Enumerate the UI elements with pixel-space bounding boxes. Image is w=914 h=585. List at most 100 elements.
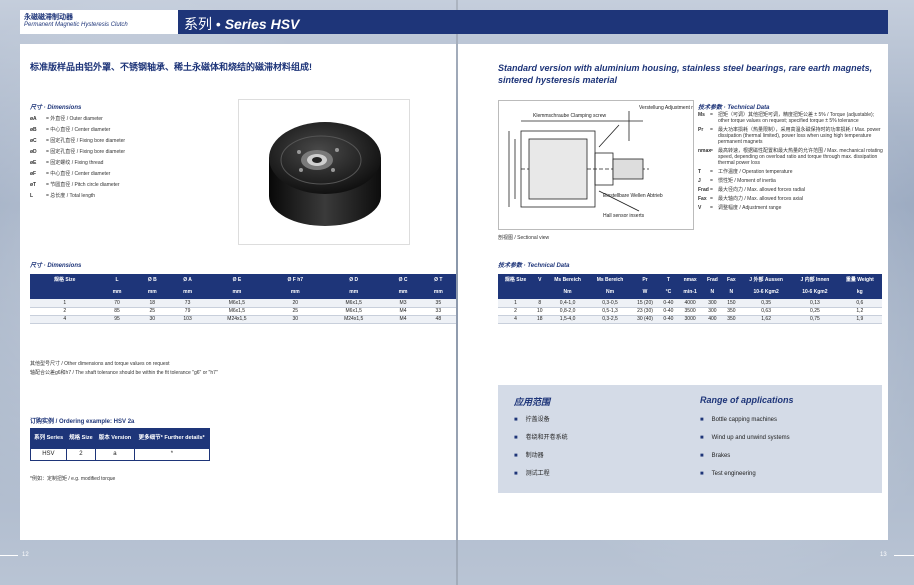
ordering-cell: a xyxy=(95,448,135,461)
application-item: 卷绕和开卷系统 xyxy=(514,433,568,443)
ordering-table: 系列 Series 规格 Size 版本 Version 更多细节* Further … xyxy=(30,428,211,461)
column-header: J 内部 Innen xyxy=(792,274,838,285)
table-cell: 0,3-2,5 xyxy=(588,315,632,323)
dimension-legend-row: øD = 固定孔直径 / Fixing bore diameter xyxy=(30,147,125,158)
table-cell: 4 xyxy=(30,315,100,323)
ordering-column-header: 规格 Size xyxy=(66,428,96,449)
ordering-column-header: 更多细节* Further details* xyxy=(134,428,210,449)
table-cell: 48 xyxy=(420,315,456,323)
unit-cell: mm xyxy=(99,285,135,299)
equals-sign: = xyxy=(710,127,713,133)
table-row: 2 10 0,8-2,0 0,5-1,3 23 (30) 0-40 3500 300 350 0,… xyxy=(498,307,882,315)
dimension-legend-row: øE = 固定螺纹 / Fixing thread xyxy=(30,158,125,169)
application-item: Test engineering xyxy=(700,469,756,479)
ordering-column-header: 版本 Version xyxy=(95,428,135,449)
dimension-symbol: øF xyxy=(30,171,37,177)
table-cell: 0,8-2,0 xyxy=(559,308,576,314)
table-cell: 300 xyxy=(702,299,723,307)
unit-cell: Nm xyxy=(546,285,589,299)
drawing-caption: 剖视图 / Sectional view xyxy=(498,235,550,241)
unit-cell: mm xyxy=(268,285,323,299)
table-cell: 30 xyxy=(134,315,170,323)
dimension-legend-row: øF = 中心直径 / Center diameter xyxy=(30,169,125,180)
table-cell: M24x1,5 xyxy=(322,315,386,323)
dimension-legend-row: L = 总长度 / Total length xyxy=(30,191,125,202)
table-cell: 0-40 xyxy=(663,308,674,314)
table-cell: M6x1,5 xyxy=(345,308,362,314)
right-page-rule xyxy=(894,555,914,556)
equals-sign: = xyxy=(710,148,713,154)
table-cell: M6x1,5 xyxy=(228,308,246,314)
technical-data-table: 规格 Size V Ms Bereich Ms Bereich Pr Tnmax Frad F… xyxy=(498,274,882,324)
table-cell: M4 xyxy=(385,315,421,323)
column-header: Ø D xyxy=(322,274,386,285)
table-cell: 30 xyxy=(268,315,323,323)
unit-cell: mm xyxy=(385,285,421,299)
dimension-description: = 中心直径 / Center diameter xyxy=(46,127,111,133)
table-row: 2 85 25 79 M6x1,5 25 M6x1,5 M4 33 xyxy=(30,307,456,315)
tech-description: 工作温度 / Operation temperature xyxy=(718,169,793,175)
page-number-left: 12 xyxy=(22,552,29,558)
equals-sign: = xyxy=(710,205,713,211)
column-header: L xyxy=(99,274,135,285)
unit-cell xyxy=(30,285,100,299)
tech-description: 最高转速，根据磁性配置和最大热量的允许范围 / Max. mechanical … xyxy=(718,148,883,166)
tech-legend-row: T = 工作温度 / Operation temperature xyxy=(698,169,886,175)
column-header: nmax xyxy=(678,274,703,285)
header-en-label: Permanent Magnetic Hysteresis Clutch xyxy=(24,22,128,28)
table-cell: 3000 xyxy=(678,315,703,323)
table-cell: M6x1,5 xyxy=(322,299,386,307)
table-cell: 1,62 xyxy=(740,315,793,323)
equals-sign: = xyxy=(710,178,713,184)
units-row: Nm Nm W °C min-1 N N 10-6 Kgm2 10-6 Kgm2 kg xyxy=(498,285,882,299)
application-item: 拧盖设备 xyxy=(514,415,550,425)
tech-symbol: T xyxy=(698,169,702,175)
table-row: 1 8 0,4-1,0 0,3-0,5 15 (20) 0-40 4000 300 150 0,3… xyxy=(498,299,882,307)
header-row: 规格 Size L Ø BØ AØ EØ F h7 Ø DØ CØ T xyxy=(30,274,456,285)
tech-description: 最大轴向力 / Max. allowed forces axial xyxy=(718,196,804,202)
table-cell: M4 xyxy=(399,308,407,314)
tech-description: 最大功率损耗（热量限制），采用高温永磁保持时的功率损耗 / Max. power… xyxy=(718,127,881,145)
table-cell: 85 xyxy=(114,308,120,314)
page-number-right: 13 xyxy=(880,552,887,558)
tech-legend-row: Frad = 最大径向力 / Max. allowed forces radial xyxy=(698,187,886,193)
table-cell: 15 (20) xyxy=(631,299,659,307)
note-2: 轴配合公差g6和h7 / The shaft tolerance should … xyxy=(30,370,218,376)
column-header: 重量 Weight xyxy=(837,274,882,285)
unit-cell: mm xyxy=(169,285,206,299)
table-row: 4 18 1,5-4,0 0,3-2,5 30 (40) 0-40 3000 400 350 1,… xyxy=(498,315,882,323)
unit-cell: 10-6 Kgm2 xyxy=(792,285,838,299)
tech-description: 调整幅度 / Adjustment range xyxy=(718,205,782,211)
tech-legend-title: 技术参数 · Technical Data xyxy=(698,105,770,111)
column-header: Ms Bereich xyxy=(546,274,589,285)
ordering-row: HSV 2 a * xyxy=(30,448,211,461)
table-cell: 0,13 xyxy=(792,299,838,307)
drawing-label-1: Verstellung Adjustment range xyxy=(639,105,693,111)
tech-symbol: J xyxy=(698,178,701,184)
dimension-description: = 节圆直径 / Pitch circle diameter xyxy=(46,182,120,188)
column-header: Ø E xyxy=(205,274,269,285)
tech-symbol: Fax xyxy=(698,196,707,202)
tech-legend: Ms = 扭矩（可调）其他扭矩可调，精度扭矩公差 ± 5% / Torque (ad… xyxy=(698,112,886,214)
tech-symbol: V xyxy=(698,205,702,211)
unit-cell: °C xyxy=(658,285,679,299)
ordering-note: *例如：定制扭矩 / e.g. modified torque xyxy=(30,476,116,482)
sectional-drawing: Verstellung Adjustment range Klemmschrau… xyxy=(498,100,704,230)
table-cell: 3500 xyxy=(684,308,696,314)
table-cell: M6x1,5 xyxy=(205,299,269,307)
table-cell: 95 xyxy=(99,315,135,323)
table-cell: 33 xyxy=(435,308,442,314)
table-cell: 23 (30) xyxy=(637,308,653,314)
tech-symbol: Frad xyxy=(698,187,709,193)
column-header: Ø C xyxy=(385,274,421,285)
header-zh-label: 永磁磁滞制动器 xyxy=(24,14,73,21)
tech-description: 惯性矩 / Moment of inertia xyxy=(718,178,776,184)
table-cell: 73 xyxy=(169,299,206,307)
dimension-description: = 固定螺纹 / Fixing thread xyxy=(46,160,104,166)
unit-cell: mm xyxy=(322,285,386,299)
column-header: Ø T xyxy=(420,274,456,285)
table-cell: 1 xyxy=(30,299,100,307)
unit-cell: mm xyxy=(420,285,456,299)
header-row: 规格 Size V Ms Bereich Ms Bereich Pr Tnmax Frad F… xyxy=(498,274,882,285)
dimension-description: = 固定孔直径 / Fixing bore diameter xyxy=(46,138,126,144)
